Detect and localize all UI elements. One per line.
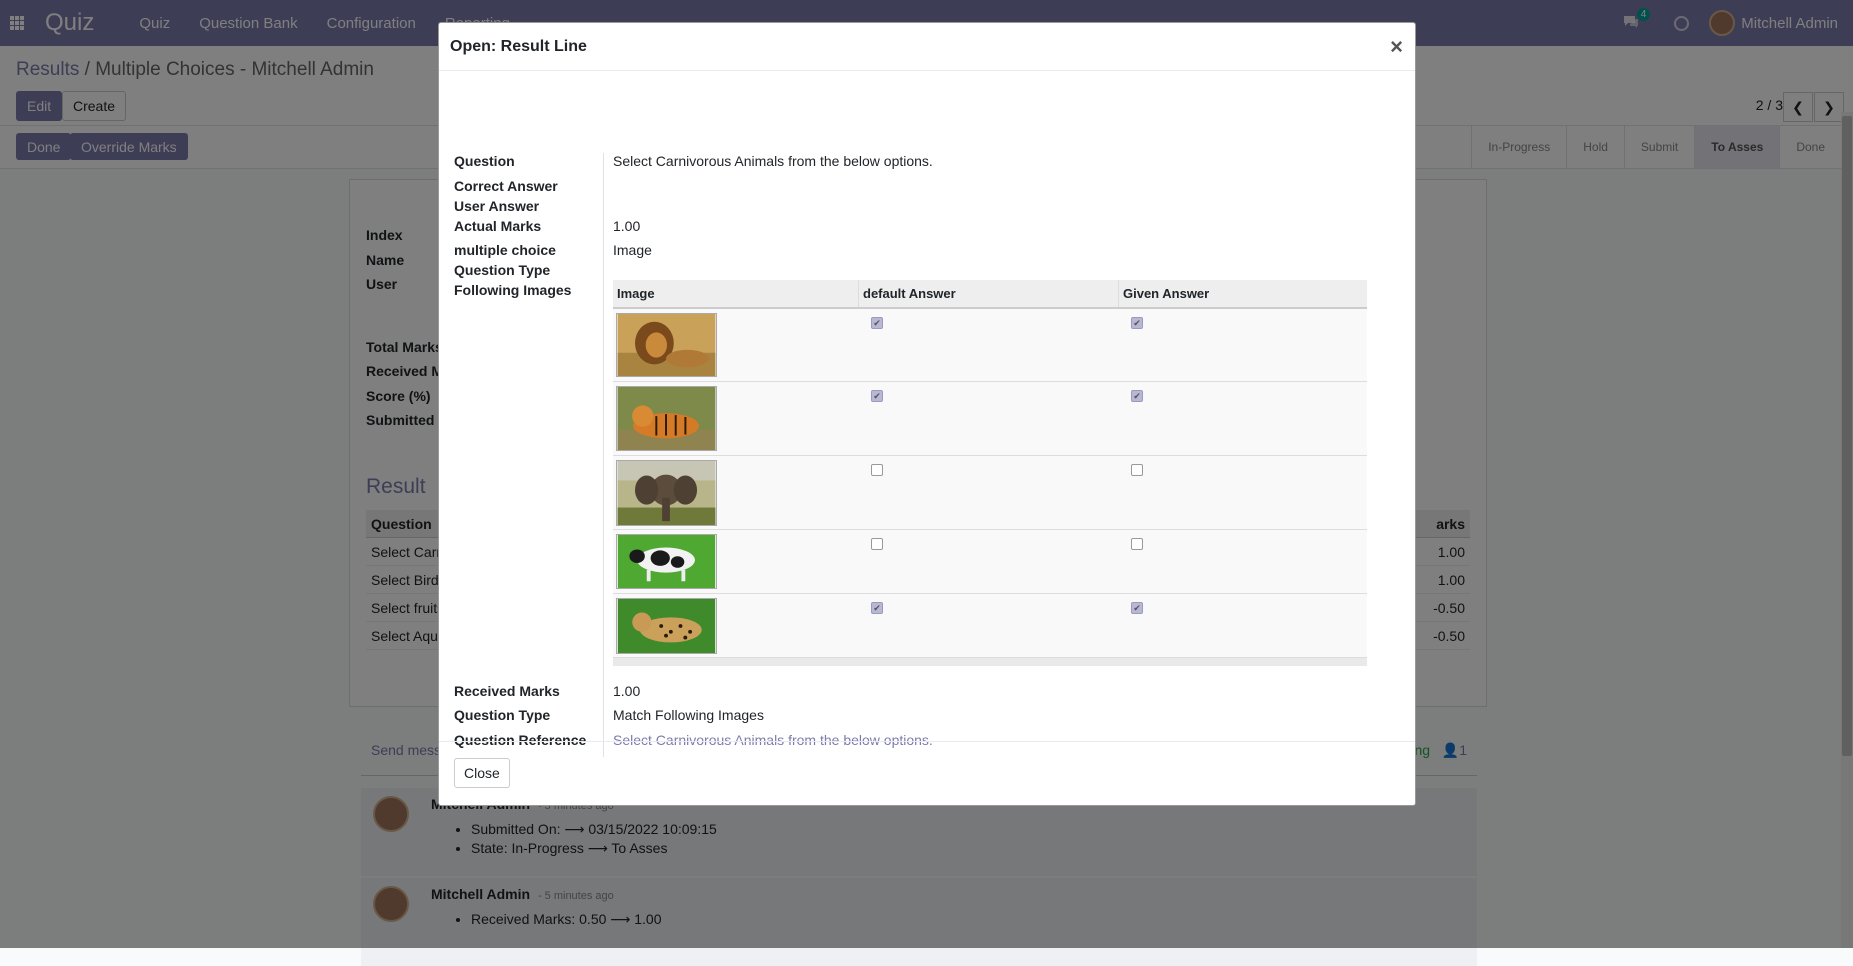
close-icon[interactable]: × <box>1390 34 1403 60</box>
given-answer-checkbox[interactable] <box>1131 538 1143 550</box>
image-cell <box>613 309 859 381</box>
table-row[interactable]: ✔ ✔ <box>613 594 1367 658</box>
question-type-value: Match Following Images <box>613 707 764 723</box>
given-answer-cell: ✔ <box>1119 594 1367 657</box>
default-answer-cell <box>859 530 1119 593</box>
lion-image <box>616 313 717 377</box>
mc-type-label-line2: Question Type <box>454 262 551 278</box>
default-answer-checkbox[interactable]: ✔ <box>871 317 883 329</box>
default-answer-checkbox[interactable] <box>871 538 883 550</box>
dialog-title: Open: Result Line <box>450 37 587 55</box>
given-answer-cell: ✔ <box>1119 382 1367 455</box>
cow-image <box>616 534 717 589</box>
question-type-label: Question Type <box>454 707 551 723</box>
elephant-image <box>616 460 717 526</box>
images-table-header: Image default Answer Given Answer <box>613 280 1367 309</box>
col-image[interactable]: Image <box>613 280 859 307</box>
mc-type-label-line1: multiple choice <box>454 242 556 258</box>
table-row[interactable]: ✔ ✔ <box>613 382 1367 456</box>
image-cell <box>613 456 859 529</box>
default-answer-cell: ✔ <box>859 382 1119 455</box>
table-row[interactable]: ✔ ✔ <box>613 309 1367 382</box>
default-answer-checkbox[interactable]: ✔ <box>871 602 883 614</box>
image-cell <box>613 530 859 593</box>
question-value: Select Carnivorous Animals from the belo… <box>613 153 933 169</box>
received-marks-value: 1.00 <box>613 683 641 699</box>
image-cell <box>613 382 859 455</box>
question-label: Question <box>454 153 515 169</box>
result-line-dialog: Open: Result Line × Question Select Carn… <box>438 22 1416 806</box>
mc-type-value: Image <box>613 242 652 258</box>
table-row[interactable] <box>613 456 1367 530</box>
dialog-body: Question Select Carnivorous Animals from… <box>439 71 1415 757</box>
default-answer-checkbox[interactable]: ✔ <box>871 390 883 402</box>
images-table-footer <box>613 658 1367 666</box>
given-answer-cell: ✔ <box>1119 309 1367 381</box>
user-answer-label: User Answer <box>454 198 540 214</box>
received-marks-label: Received Marks <box>454 683 560 699</box>
correct-answer-label: Correct Answer <box>454 178 558 194</box>
close-button[interactable]: Close <box>454 758 510 788</box>
label-divider <box>603 153 604 757</box>
given-answer-checkbox[interactable]: ✔ <box>1131 390 1143 402</box>
table-row[interactable] <box>613 530 1367 594</box>
dialog-footer: Close <box>439 741 1415 805</box>
given-answer-cell <box>1119 456 1367 529</box>
leopard-image <box>616 598 717 654</box>
actual-marks-label: Actual Marks <box>454 218 542 234</box>
default-answer-checkbox[interactable] <box>871 464 883 476</box>
tiger-image <box>616 386 717 451</box>
following-images-table: Image default Answer Given Answer ✔ ✔ ✔ … <box>613 280 1367 666</box>
image-cell <box>613 594 859 657</box>
given-answer-checkbox[interactable] <box>1131 464 1143 476</box>
actual-marks-value: 1.00 <box>613 218 641 234</box>
dialog-header: Open: Result Line × <box>439 23 1415 71</box>
given-answer-checkbox[interactable]: ✔ <box>1131 317 1143 329</box>
following-images-label: Following Images <box>454 282 572 298</box>
given-answer-checkbox[interactable]: ✔ <box>1131 602 1143 614</box>
given-answer-cell <box>1119 530 1367 593</box>
default-answer-cell <box>859 456 1119 529</box>
default-answer-cell: ✔ <box>859 309 1119 381</box>
col-default-answer[interactable]: default Answer <box>859 280 1119 307</box>
col-given-answer[interactable]: Given Answer <box>1119 280 1367 307</box>
default-answer-cell: ✔ <box>859 594 1119 657</box>
